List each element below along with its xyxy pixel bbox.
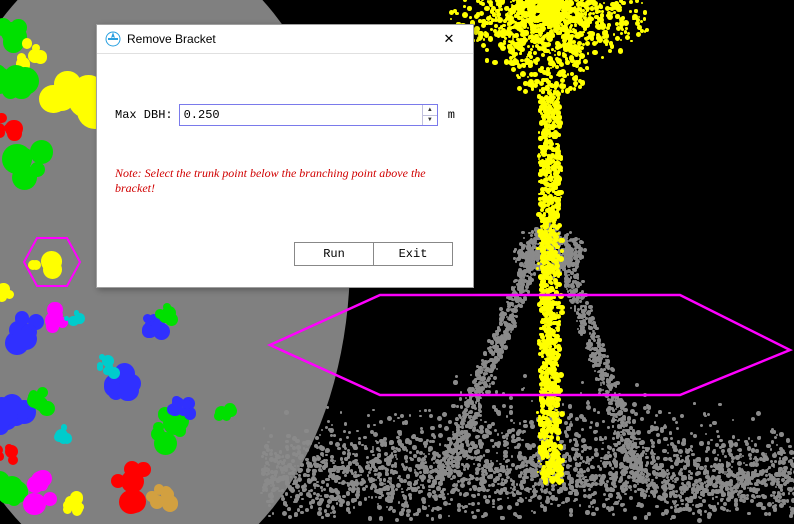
app-logo-icon	[105, 31, 121, 47]
dialog-note: Note: Select the trunk point below the b…	[115, 166, 455, 196]
dialog-titlebar[interactable]: Remove Bracket ✕	[97, 25, 473, 54]
viewport: Remove Bracket ✕ Max DBH: ▲ ▼ m Note: Se…	[0, 0, 794, 524]
close-icon: ✕	[444, 31, 455, 47]
max-dbh-unit: m	[444, 108, 455, 122]
remove-bracket-dialog: Remove Bracket ✕ Max DBH: ▲ ▼ m Note: Se…	[96, 24, 474, 288]
run-button-label: Run	[323, 247, 345, 261]
max-dbh-spinner[interactable]: ▲ ▼	[422, 105, 437, 125]
dialog-body: Max DBH: ▲ ▼ m Note: Select the trunk po…	[97, 54, 473, 288]
exit-button[interactable]: Exit	[374, 242, 453, 266]
max-dbh-input[interactable]	[180, 105, 422, 125]
spinner-down-icon[interactable]: ▼	[423, 116, 437, 126]
max-dbh-field[interactable]: ▲ ▼	[179, 104, 438, 126]
dialog-button-row: Run Exit	[294, 242, 453, 266]
dialog-title: Remove Bracket	[127, 32, 431, 46]
max-dbh-row: Max DBH: ▲ ▼ m	[115, 104, 455, 126]
close-button[interactable]: ✕	[431, 29, 467, 49]
spinner-up-icon[interactable]: ▲	[423, 105, 437, 116]
run-button[interactable]: Run	[294, 242, 374, 266]
selection-polygon-right[interactable]	[260, 285, 794, 405]
max-dbh-label: Max DBH:	[115, 108, 173, 122]
selection-hexagon-left[interactable]	[22, 236, 82, 288]
exit-button-label: Exit	[399, 247, 428, 261]
